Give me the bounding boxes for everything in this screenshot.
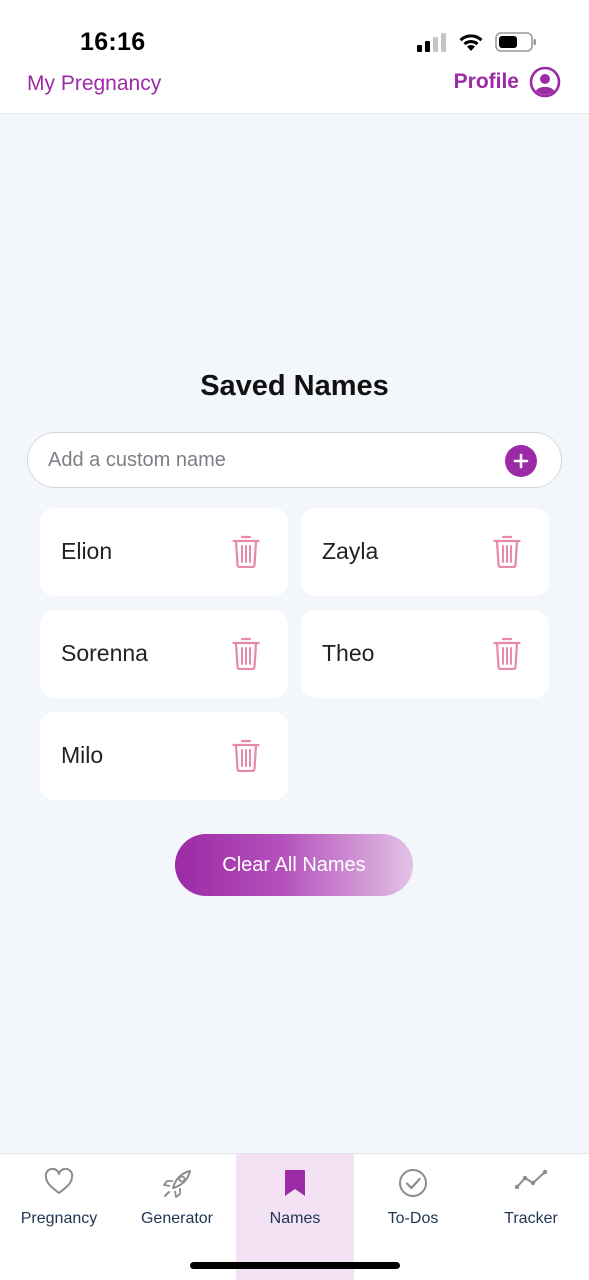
trash-icon[interactable] (232, 738, 260, 772)
tab-label: Tracker (504, 1210, 558, 1227)
tab-label: Generator (140, 1210, 214, 1227)
top-nav: My Pregnancy Profile (0, 66, 589, 114)
name-label: Theo (322, 640, 375, 666)
name-label: Zayla (322, 538, 379, 564)
add-name-field (27, 432, 562, 488)
profile-label: Profile (453, 70, 519, 93)
name-card: Elion (40, 508, 288, 596)
trend-line-icon (514, 1169, 548, 1190)
tab-label: Names (269, 1210, 321, 1227)
tab-pregnancy[interactable]: Pregnancy (0, 1154, 118, 1280)
tab-label: Pregnancy (20, 1210, 98, 1227)
name-label: Sorenna (61, 640, 148, 666)
trash-icon[interactable] (232, 534, 260, 568)
home-indicator (190, 1262, 400, 1269)
plus-icon (513, 453, 529, 469)
custom-name-input[interactable] (48, 433, 508, 487)
tab-tracker[interactable]: Tracker (472, 1154, 589, 1280)
name-card: Sorenna (40, 610, 288, 698)
name-card: Milo (40, 712, 288, 800)
status-bar: 16:16 (0, 0, 589, 66)
status-time: 16:16 (80, 28, 146, 56)
heart-icon (44, 1168, 74, 1194)
check-circle-icon (399, 1169, 427, 1197)
bookmark-icon (285, 1170, 305, 1196)
trash-icon[interactable] (493, 534, 521, 568)
profile-button[interactable]: Profile (454, 66, 561, 98)
status-icons (417, 32, 537, 52)
battery-icon (495, 32, 536, 52)
name-label: Elion (61, 538, 113, 564)
add-name-button[interactable] (505, 445, 537, 477)
page-title: Saved Names (200, 370, 389, 402)
bottom-tab-bar: Pregnancy Generator Names To-Dos Tracker (0, 1153, 589, 1280)
rocket-icon (163, 1170, 191, 1198)
tab-label: To-Dos (387, 1210, 439, 1227)
trash-icon[interactable] (232, 636, 260, 670)
cellular-signal-icon (417, 33, 446, 52)
user-circle-icon (529, 66, 561, 98)
app-title[interactable]: My Pregnancy (27, 72, 161, 96)
wifi-icon (459, 34, 483, 51)
name-card: Zayla (301, 508, 549, 596)
clear-all-names-button[interactable]: Clear All Names (175, 834, 413, 896)
trash-icon[interactable] (493, 636, 521, 670)
name-label: Milo (61, 742, 104, 768)
name-card: Theo (301, 610, 549, 698)
